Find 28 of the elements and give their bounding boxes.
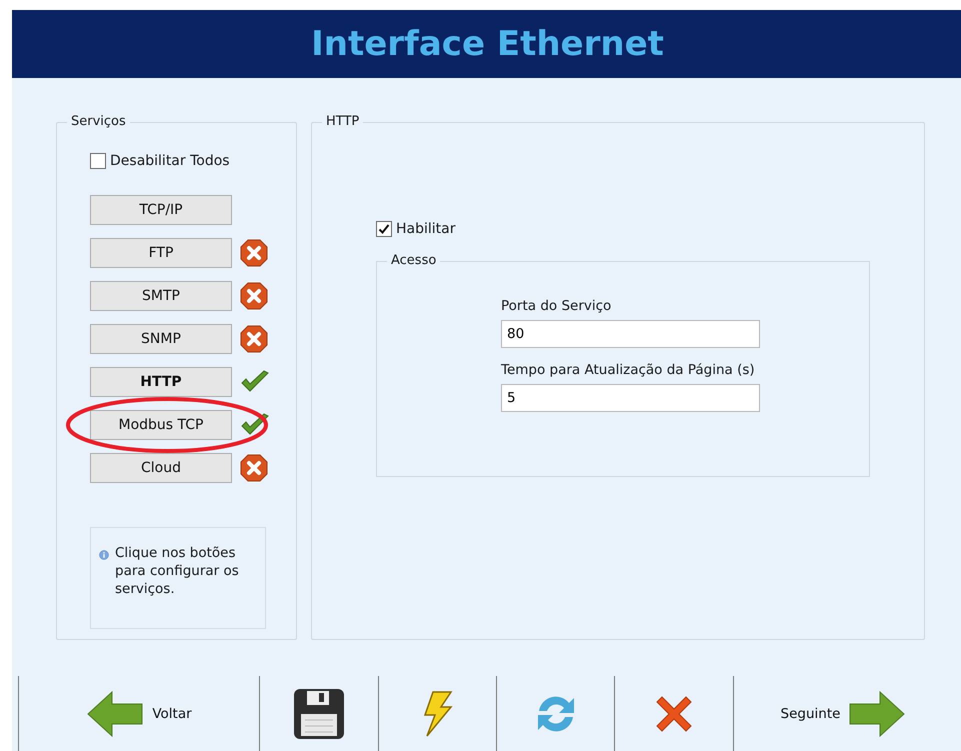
next-button[interactable]: Seguinte: [733, 676, 953, 751]
error-icon: [240, 282, 268, 310]
error-icon: [240, 325, 268, 353]
checkbox[interactable]: [90, 153, 106, 169]
left-arrow-icon: [86, 690, 144, 738]
service-button[interactable]: SMTP: [90, 281, 232, 311]
service-button[interactable]: TCP/IP: [90, 195, 232, 225]
info-text: Clique nos botões para configurar os serviços.: [115, 544, 240, 599]
service-button[interactable]: Cloud: [90, 453, 232, 483]
error-icon: [240, 454, 268, 482]
input-field[interactable]: 80: [501, 320, 760, 348]
checkbox-label: Desabilitar Todos: [110, 153, 230, 169]
check-icon: [240, 370, 270, 394]
service-button[interactable]: SNMP: [90, 324, 232, 354]
field-label: Porta do Serviço: [501, 298, 612, 314]
service-button[interactable]: FTP: [90, 238, 232, 268]
window-title: Interface Ethernet: [12, 10, 961, 78]
service-button[interactable]: HTTP: [90, 367, 232, 397]
error-icon: [240, 239, 268, 267]
right-arrow-icon: [848, 690, 906, 738]
checkbox[interactable]: [376, 221, 392, 237]
check-icon: [240, 413, 270, 437]
back-button[interactable]: Voltar: [18, 676, 259, 751]
group-legend: Serviços: [67, 114, 130, 129]
checkbox-label: Habilitar: [396, 221, 456, 237]
input-field[interactable]: 5: [501, 384, 760, 412]
service-button[interactable]: Modbus TCP: [90, 410, 232, 440]
field-label: Tempo para Atualização da Página (s): [501, 362, 756, 378]
